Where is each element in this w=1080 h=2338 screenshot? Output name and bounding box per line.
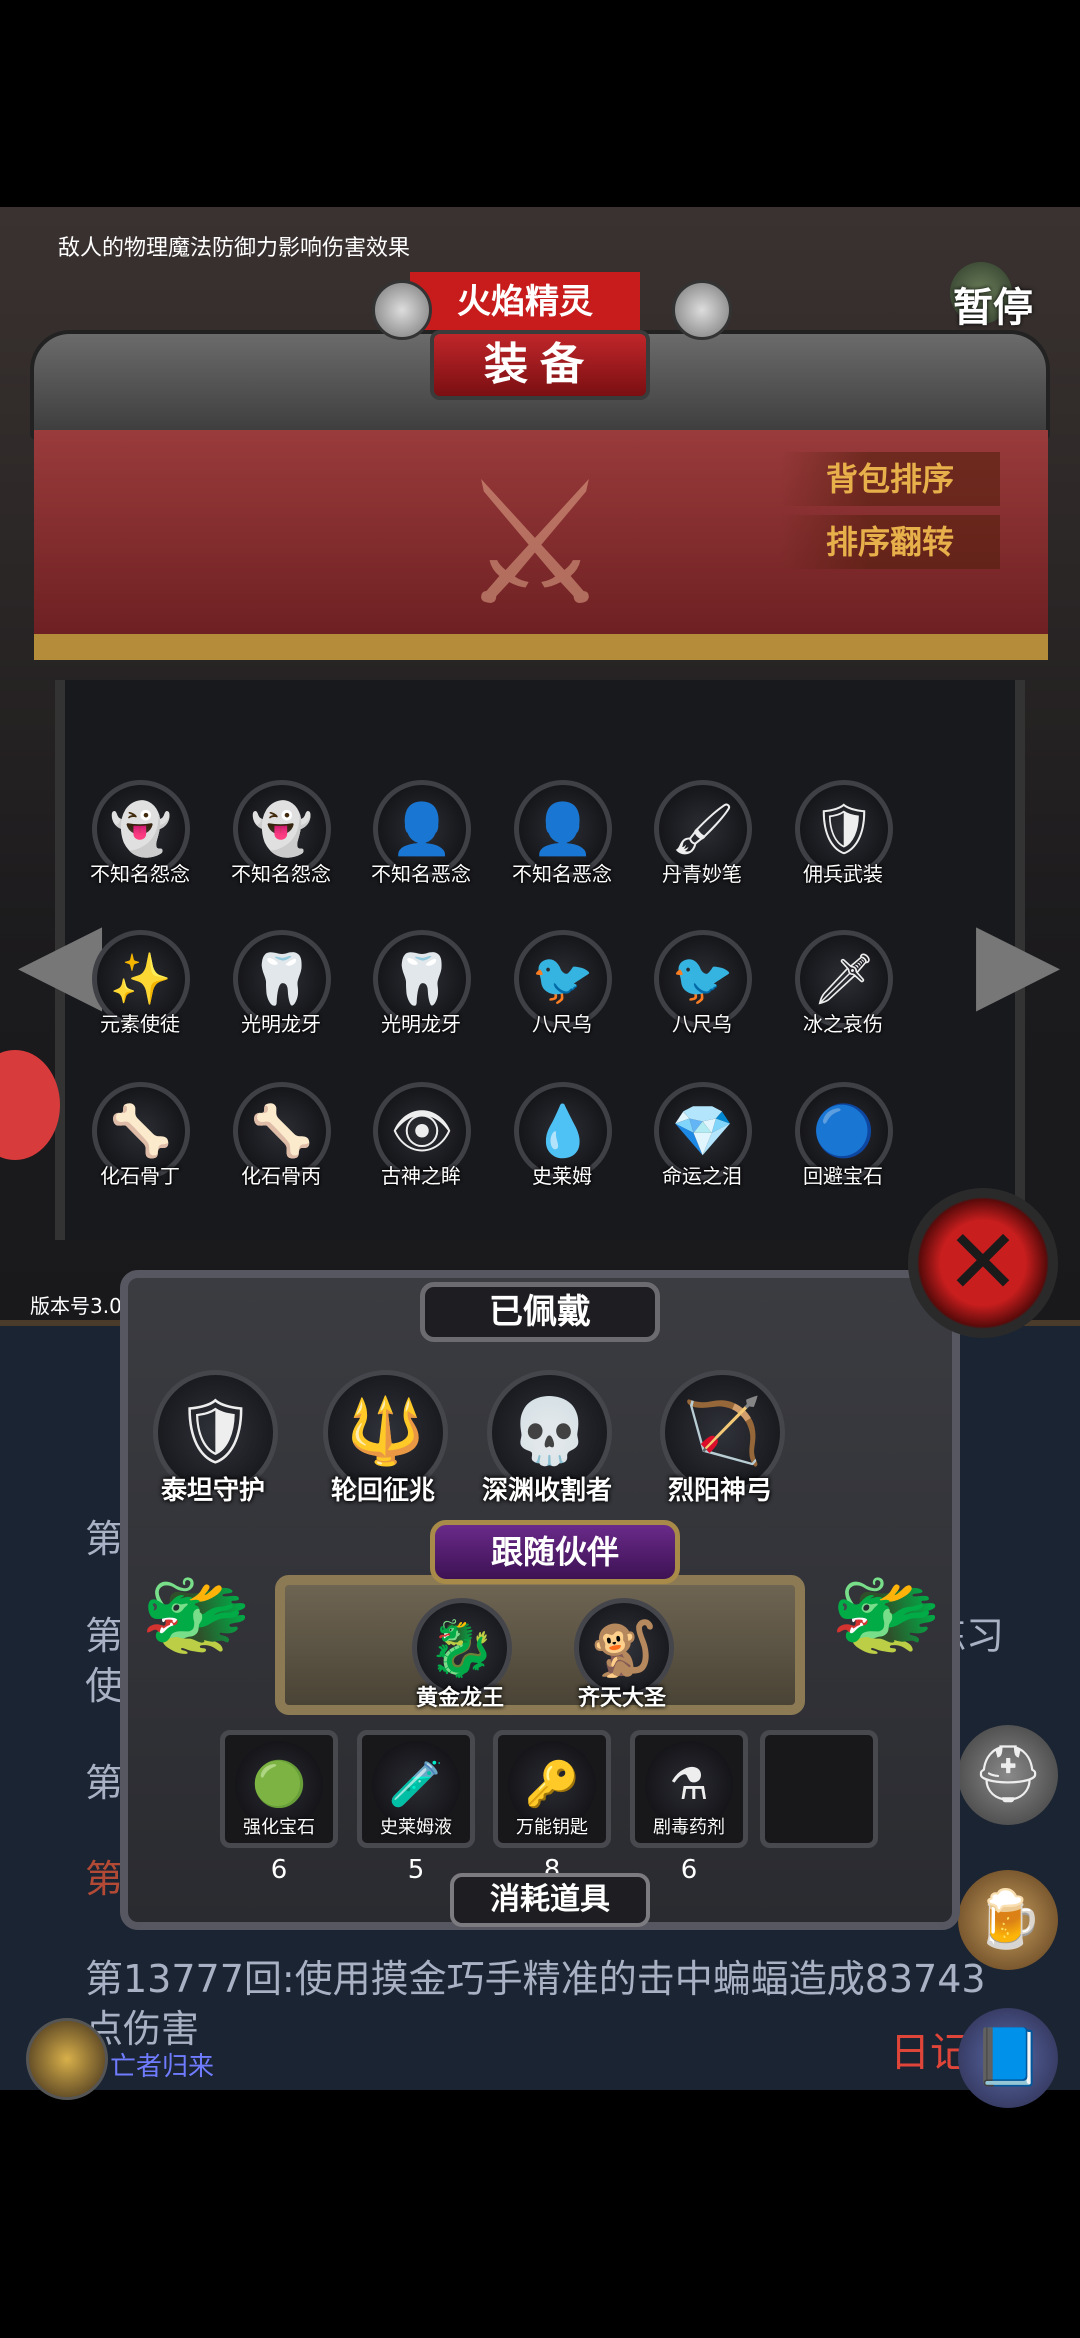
consumable-slot[interactable]: 🔑 万能钥匙 8 <box>493 1730 611 1885</box>
equipped-item[interactable]: 💀 深渊收割者 <box>467 1370 627 1510</box>
inventory-item[interactable]: 🖌 丹青妙笔 <box>642 780 762 890</box>
close-icon[interactable]: ✕ <box>908 1188 1058 1338</box>
companion-label: 黄金龙王 <box>415 1686 504 1711</box>
consumable-slot[interactable]: 🟢 强化宝石 6 <box>220 1730 338 1885</box>
consumable-slot[interactable]: ⚗ 剧毒药剂 6 <box>630 1730 748 1885</box>
log-line-partial: 第 <box>85 1761 124 1805</box>
inventory-item[interactable]: 🦴 化石骨丙 <box>221 1082 341 1192</box>
inventory-item[interactable]: 🗡 冰之哀伤 <box>783 930 903 1040</box>
inventory-item[interactable]: ✨ 元素使徒 <box>80 930 200 1040</box>
page-title: 装备 <box>430 330 650 400</box>
inventory-item[interactable]: 🔵 回避宝石 <box>783 1082 903 1192</box>
item-label: 佣兵武装 <box>803 862 883 886</box>
consumable-label: 史莱姆液 <box>380 1817 452 1838</box>
dragon-statue-icon: 🐲 <box>830 1562 943 1667</box>
item-label: 不知名怨念 <box>90 862 190 886</box>
inventory-item[interactable]: 🐦 八尺乌 <box>502 930 622 1040</box>
item-label: 光明龙牙 <box>241 1012 321 1036</box>
item-label: 命运之泪 <box>662 1164 742 1188</box>
inventory-item[interactable]: 🦷 光明龙牙 <box>361 930 481 1040</box>
consumables-title: 消耗道具 <box>450 1873 650 1927</box>
knight-helmet-icon[interactable]: ⛑ <box>958 1725 1058 1825</box>
companion-item[interactable]: 🐒 齐天大圣 <box>542 1598 702 1738</box>
item-label: 古神之眸 <box>381 1164 461 1188</box>
log-line-partial: 第 <box>85 1857 124 1901</box>
hero-avatar[interactable] <box>26 2018 108 2100</box>
dragon-statue-icon: 🐲 <box>140 1562 253 1667</box>
skull-ornament-icon <box>672 280 732 340</box>
sort-bag-button[interactable]: 背包排序 <box>780 452 1000 506</box>
item-label: 化石骨丁 <box>100 1164 180 1188</box>
companion-item[interactable]: 🐉 黄金龙王 <box>380 1598 540 1738</box>
item-label: 元素使徒 <box>100 1012 180 1036</box>
item-label: 不知名恶念 <box>371 862 471 886</box>
equipped-item-label: 烈阳神弓 <box>667 1476 772 1506</box>
skull-ornament-icon <box>372 280 432 340</box>
inventory-item[interactable]: 👻 不知名怨念 <box>221 780 341 890</box>
log-line: 第13777回:使用摸金巧手精准的击中蝙蝠造成83743 <box>85 1957 986 2001</box>
consumable-count: 6 <box>270 1855 288 1885</box>
equipped-item-label: 轮回征兆 <box>330 1476 435 1506</box>
companions-title: 跟随伙伴 <box>430 1520 680 1584</box>
reverse-sort-button[interactable]: 排序翻转 <box>780 515 1000 569</box>
equipped-item[interactable]: 🛡 泰坦守护 <box>133 1370 293 1510</box>
inventory-item[interactable]: 🦷 光明龙牙 <box>221 930 341 1040</box>
companion-label: 齐天大圣 <box>577 1686 666 1711</box>
item-label: 回避宝石 <box>803 1164 883 1188</box>
item-label: 化石骨丙 <box>241 1164 321 1188</box>
consumable-label: 万能钥匙 <box>516 1817 588 1838</box>
consumable-count: 6 <box>680 1855 698 1885</box>
consumable-label: 剧毒药剂 <box>653 1817 725 1838</box>
inventory-item[interactable]: 👤 不知名恶念 <box>361 780 481 890</box>
inventory-item[interactable]: 🦴 化石骨丁 <box>80 1082 200 1192</box>
version-label: 版本号3.08 <box>30 1294 135 1318</box>
inventory-item[interactable]: 🛡 佣兵武装 <box>783 780 903 890</box>
item-label: 光明龙牙 <box>381 1012 461 1036</box>
equipped-item-label: 深渊收割者 <box>481 1476 612 1506</box>
item-label: 八尺乌 <box>672 1012 732 1036</box>
revive-skill-label: 亡者归来 <box>110 2052 215 2082</box>
inventory-item[interactable]: 💎 命运之泪 <box>642 1082 762 1192</box>
log-line-partial: 使 <box>85 1664 124 1708</box>
item-label: 冰之哀伤 <box>803 1012 883 1036</box>
tavern-mug-icon[interactable]: 🍺 <box>958 1870 1058 1970</box>
consumable-label: 强化宝石 <box>243 1817 315 1838</box>
hint-text: 敌人的物理魔法防御力影响伤害效果 <box>58 236 411 261</box>
consumable-slot[interactable]: 🧪 史莱姆液 5 <box>357 1730 475 1885</box>
crossed-swords-icon: ⚔ <box>458 446 612 644</box>
inventory-item[interactable]: 👁 古神之眸 <box>361 1082 481 1192</box>
equipped-title: 已佩戴 <box>420 1282 660 1342</box>
next-page-arrow-icon[interactable]: ▶ <box>968 860 1068 1060</box>
equipped-item[interactable]: 🏹 烈阳神弓 <box>640 1370 800 1510</box>
item-label: 不知名恶念 <box>512 862 612 886</box>
inventory-item[interactable]: 🐦 八尺乌 <box>642 930 762 1040</box>
enemy-name-banner: 火焰精灵 <box>410 272 640 332</box>
log-line-partial: 第 <box>85 1517 124 1561</box>
equipped-item-label: 泰坦守护 <box>160 1476 265 1506</box>
item-label: 不知名怨念 <box>231 862 331 886</box>
diary-book-icon[interactable]: 📘 <box>958 2008 1058 2108</box>
item-label: 史莱姆 <box>532 1164 592 1188</box>
item-label: 八尺乌 <box>532 1012 592 1036</box>
equipped-item[interactable]: 🔱 轮回征兆 <box>303 1370 463 1510</box>
item-label: 丹青妙笔 <box>662 862 742 886</box>
consumable-slot-empty[interactable] <box>760 1730 878 1848</box>
inventory-item[interactable]: 👤 不知名恶念 <box>502 780 622 890</box>
inventory-item[interactable]: 💧 史莱姆 <box>502 1082 622 1192</box>
inventory-item[interactable]: 👻 不知名怨念 <box>80 780 200 890</box>
